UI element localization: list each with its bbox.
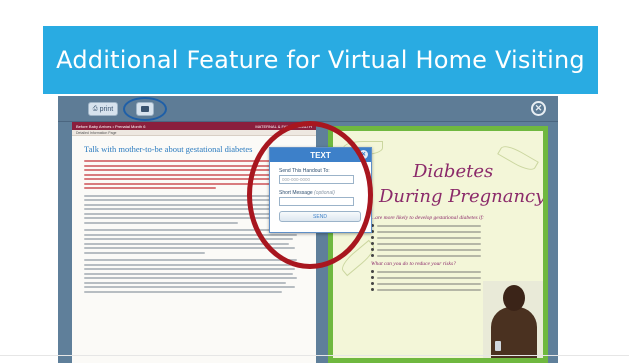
- right-page-title-line1: Diabetes: [413, 161, 494, 182]
- pregnant-woman-photo: [483, 281, 543, 358]
- viewer-toolbar: ⎙ print ✕: [58, 96, 558, 122]
- right-subheading-risks: ...are more likely to develop gestationa…: [371, 215, 484, 221]
- print-icon: ⎙: [92, 105, 98, 112]
- print-button[interactable]: ⎙ print: [88, 102, 118, 116]
- print-label: print: [99, 105, 114, 113]
- right-page-title-line2: During Pregnancy: [379, 186, 546, 207]
- left-header-title: Before Baby Arrives • Prenatal Month 6: [76, 123, 146, 129]
- close-icon[interactable]: ✕: [531, 101, 546, 116]
- title-bar: Additional Feature for Virtual Home Visi…: [43, 26, 598, 94]
- slide-divider: [0, 355, 629, 356]
- slide: Additional Feature for Virtual Home Visi…: [0, 0, 629, 363]
- highlight-circle: [247, 121, 373, 269]
- highlight-oval: [123, 97, 167, 121]
- right-page-body: ...are more likely to develop gestationa…: [371, 211, 484, 294]
- right-subheading-reduce: What can you do to reduce your risks?: [371, 261, 456, 267]
- slide-title: Additional Feature for Virtual Home Visi…: [56, 46, 585, 74]
